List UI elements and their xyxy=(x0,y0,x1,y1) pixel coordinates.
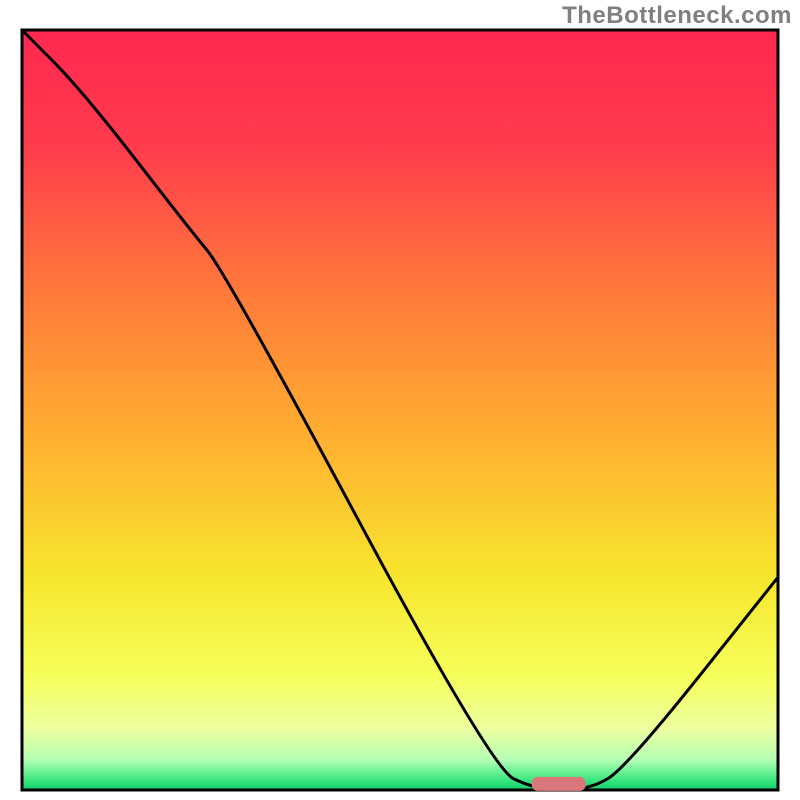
optimal-marker xyxy=(532,777,586,791)
bottleneck-chart xyxy=(0,0,800,800)
watermark-text: TheBottleneck.com xyxy=(562,2,792,30)
plot-background xyxy=(22,30,778,790)
chart-container: TheBottleneck.com xyxy=(0,0,800,800)
